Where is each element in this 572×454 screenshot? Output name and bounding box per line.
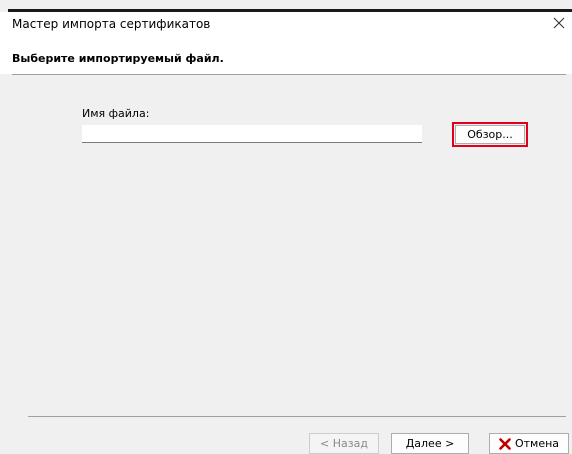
filename-input[interactable] xyxy=(82,125,422,143)
back-button[interactable]: < Назад xyxy=(309,433,379,454)
title-bar: Мастер импорта сертификатов xyxy=(0,12,572,36)
footer-divider xyxy=(28,416,566,417)
browse-button[interactable]: Обзор... xyxy=(455,125,525,144)
import-wizard-window: Мастер импорта сертификатов Выберите имп… xyxy=(0,0,572,454)
next-button[interactable]: Далее > xyxy=(391,433,469,454)
red-x-icon xyxy=(499,437,511,450)
filename-label: Имя файла: xyxy=(82,107,150,120)
header-divider xyxy=(12,74,566,75)
wizard-header: Выберите импортируемый файл. xyxy=(0,36,572,74)
page-title: Выберите импортируемый файл. xyxy=(12,52,224,65)
close-icon[interactable] xyxy=(550,14,568,32)
window-title: Мастер импорта сертификатов xyxy=(12,17,211,31)
cancel-label: Отмена xyxy=(514,437,560,450)
cancel-button[interactable]: Отмена xyxy=(489,433,569,454)
